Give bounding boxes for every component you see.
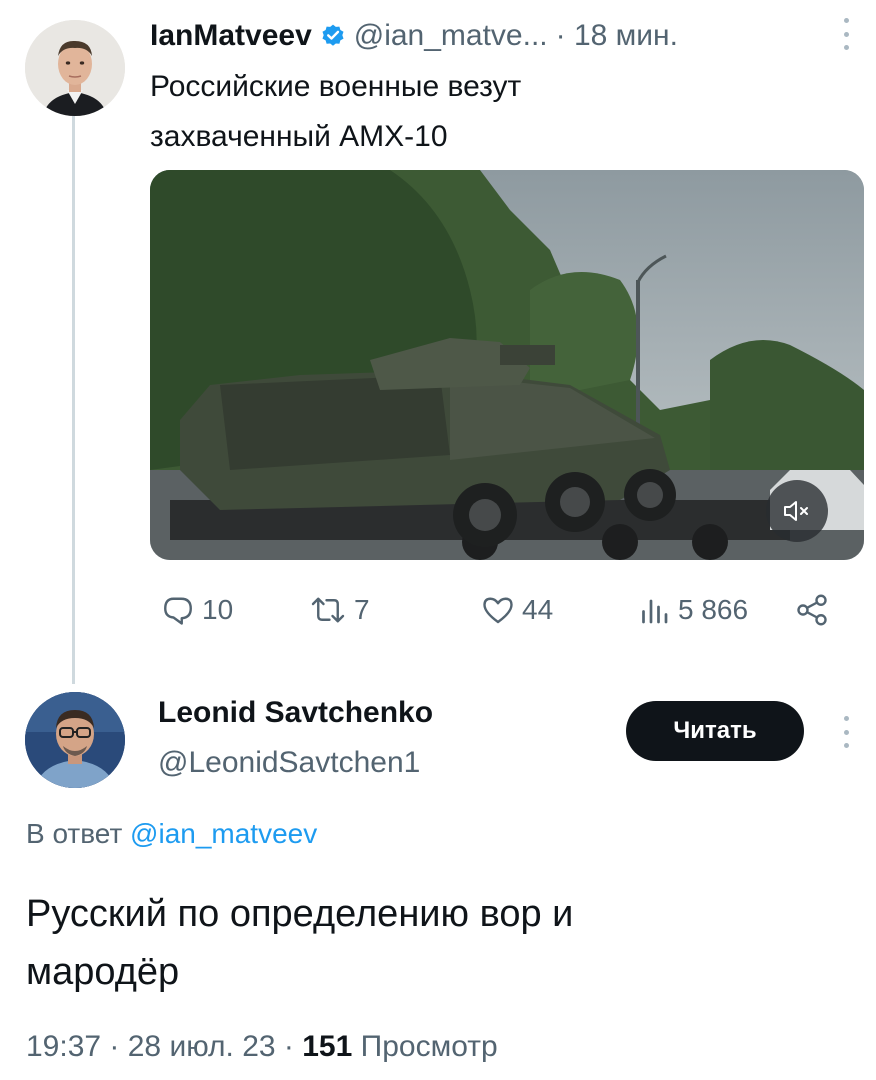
thread-connector-line (72, 116, 75, 684)
share-button[interactable] (792, 588, 836, 632)
like-button[interactable]: 44 (478, 588, 553, 632)
author-handle[interactable]: @ian_matve... (354, 19, 548, 53)
views-button[interactable]: 5 866 (634, 588, 748, 632)
reply-prefix: В ответ (26, 818, 123, 849)
author-name[interactable]: Leonid Savtchenko (158, 696, 433, 730)
views-count: 151 (302, 1030, 353, 1063)
reply-context: В ответ @ian_matveev (26, 818, 317, 850)
reply-button[interactable]: 10 (158, 588, 233, 632)
tweet-text-line: Российские военные везут (150, 70, 522, 103)
tweet-text: Русский по определению вор и мародёр (26, 885, 846, 1001)
views-label: Просмотр (360, 1030, 498, 1063)
mute-icon (784, 501, 808, 521)
retweet-button[interactable]: 7 (306, 588, 370, 632)
tweet-video[interactable] (150, 170, 864, 560)
tweet-header: IanMatveev @ian_matve... · 18 мин. (150, 14, 850, 58)
author-name[interactable]: IanMatveev (150, 19, 312, 53)
tweet-actions: 10 7 44 5 866 (150, 588, 840, 632)
avatar[interactable] (25, 20, 125, 116)
mute-button[interactable] (766, 480, 828, 542)
timestamp[interactable]: · 18 мин. (556, 19, 678, 53)
like-count: 44 (522, 594, 554, 625)
follow-button[interactable]: Читать (626, 701, 804, 761)
like-icon (483, 597, 513, 624)
tweet-text-line: Русский по определению вор и (26, 893, 574, 935)
more-icon[interactable] (838, 14, 854, 54)
tweet-meta: 19:37 · 28 июл. 23 · 151 Просмотр (26, 1030, 498, 1064)
timestamp[interactable]: 19:37 · 28 июл. 23 · (26, 1030, 294, 1063)
reply-icon (164, 597, 192, 625)
verified-badge-icon (322, 24, 344, 46)
tweet-text-line: захваченный AMX-10 (150, 120, 448, 153)
author-handle[interactable]: @LeonidSavtchen1 (158, 746, 420, 780)
retweet-count: 7 (354, 594, 370, 625)
tweet-text: Российские военные везут захваченный AMX… (150, 62, 840, 162)
reply-count: 10 (202, 594, 234, 625)
views-count: 5 866 (678, 594, 749, 625)
views-icon (642, 599, 668, 624)
more-icon[interactable] (838, 712, 854, 752)
video-frame (150, 170, 864, 560)
tweet-text-line: мародёр (26, 951, 180, 993)
retweet-icon (311, 597, 345, 623)
share-icon (797, 594, 827, 626)
avatar[interactable] (25, 692, 125, 788)
reply-handle-link[interactable]: @ian_matveev (130, 818, 317, 849)
